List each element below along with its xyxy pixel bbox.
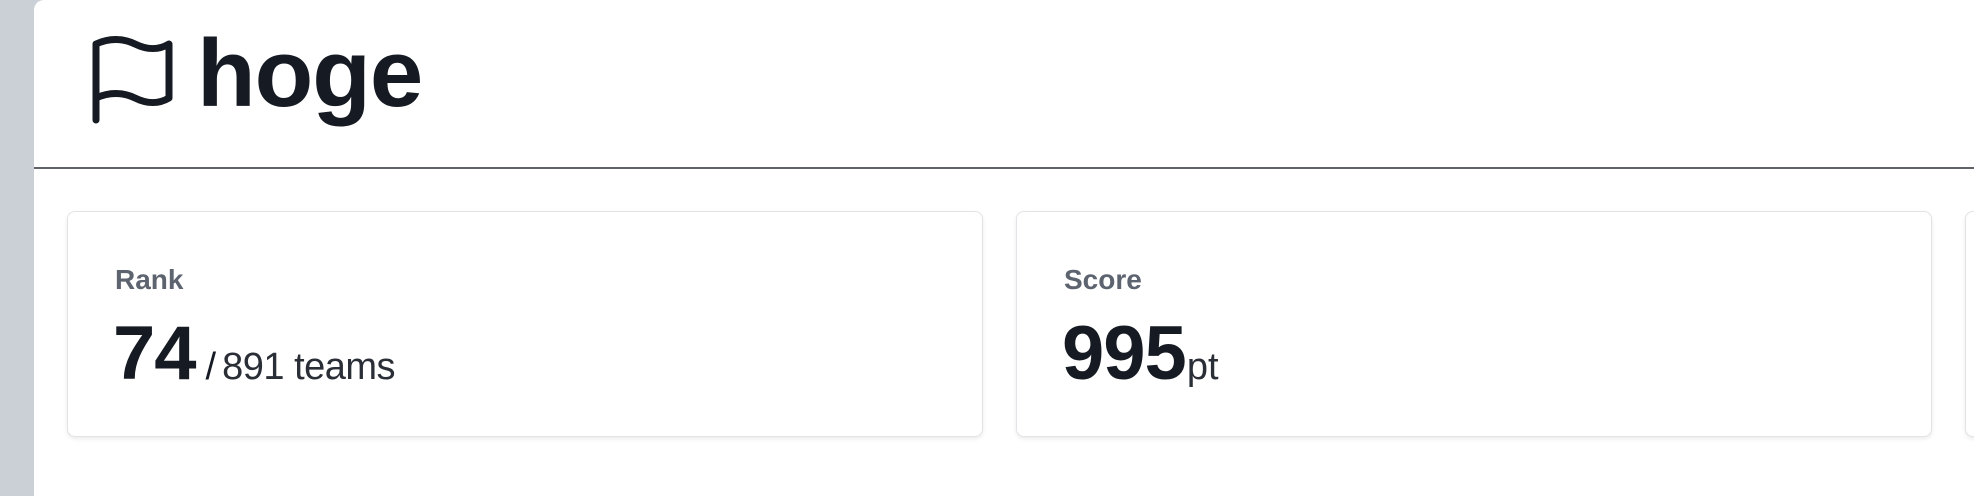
rank-separator: / xyxy=(205,346,217,388)
score-value: 995 xyxy=(1062,311,1187,396)
score-card: Score 995 pt xyxy=(1016,211,1932,437)
rank-card: Rank 74 / 891 teams xyxy=(67,211,983,437)
team-name: hoge xyxy=(197,20,423,127)
rank-value: 74 xyxy=(113,311,197,396)
flag-icon xyxy=(92,36,173,124)
rank-label: Rank xyxy=(115,264,184,295)
score-label: Score xyxy=(1064,264,1142,295)
team-panel: hoge Rank 74 / 891 teams Score 995 pt xyxy=(34,0,1974,496)
rank-total: 891 teams xyxy=(222,346,396,388)
score-value-row: 995 pt xyxy=(1062,310,1219,397)
rank-value-row: 74 / 891 teams xyxy=(113,310,396,397)
score-unit: pt xyxy=(1186,346,1219,388)
team-header: hoge xyxy=(34,0,1974,169)
next-card-partial xyxy=(1965,211,1974,437)
